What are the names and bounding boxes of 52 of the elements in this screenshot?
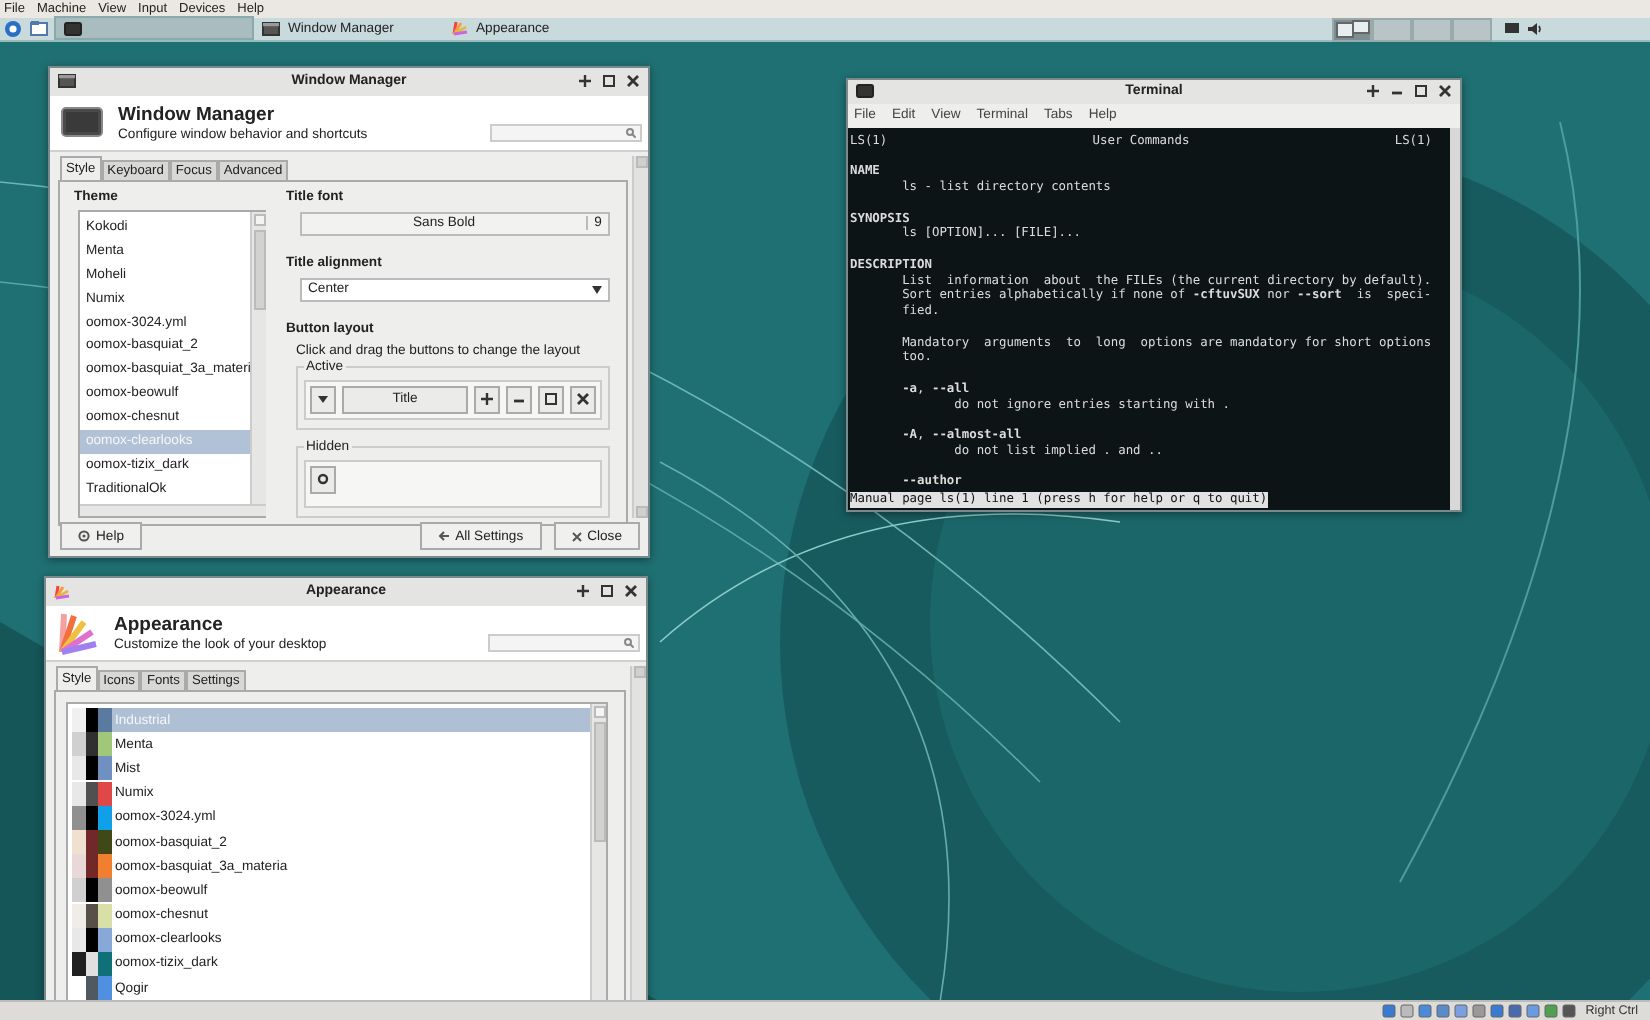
app-icon	[856, 84, 874, 99]
search-icon	[624, 637, 634, 648]
heading-title: Window Manager	[118, 103, 277, 126]
maximize-icon[interactable]	[602, 74, 616, 89]
layout-button[interactable]	[538, 385, 564, 414]
scrollbar[interactable]	[590, 703, 606, 1001]
app-icon	[54, 583, 70, 600]
layout-button[interactable]	[310, 465, 336, 494]
help-icon	[78, 530, 90, 543]
scrollbar[interactable]	[630, 665, 646, 1001]
speaker-icon[interactable]	[1528, 21, 1542, 36]
file-manager-icon[interactable]	[30, 20, 48, 37]
terminal-icon	[64, 21, 82, 36]
workspace-button[interactable]	[1372, 18, 1412, 43]
close-icon[interactable]	[624, 584, 638, 599]
workspace-button[interactable]	[1332, 18, 1372, 43]
close-icon	[576, 392, 590, 407]
scrollbar[interactable]	[250, 211, 267, 504]
maximize-icon[interactable]	[600, 584, 614, 599]
close-icon[interactable]	[1438, 84, 1452, 99]
plus-icon[interactable]	[578, 74, 592, 89]
color-fan-icon	[56, 608, 100, 657]
heading-title: Appearance	[114, 613, 225, 636]
taskbar-item[interactable]	[54, 16, 254, 41]
app-menu-icon[interactable]	[4, 19, 22, 38]
circle-icon	[316, 472, 330, 487]
layout-button[interactable]	[310, 385, 336, 414]
layout-button[interactable]	[570, 385, 596, 414]
plus-icon[interactable]	[576, 584, 590, 599]
layout-button[interactable]	[506, 385, 532, 414]
close-icon[interactable]	[626, 74, 640, 89]
plus-icon[interactable]	[1366, 84, 1380, 99]
workspace-button[interactable]	[1412, 18, 1452, 43]
caret-icon	[592, 285, 602, 294]
layout-button[interactable]	[474, 385, 500, 414]
plus-icon	[480, 392, 494, 407]
workspace-button[interactable]	[1452, 18, 1492, 43]
maximize-icon	[544, 392, 558, 407]
close-icon	[571, 531, 582, 542]
window-icon	[60, 106, 104, 139]
scrollbar[interactable]	[1450, 127, 1460, 510]
arrow-left-icon	[437, 530, 450, 543]
scrollbar[interactable]	[80, 503, 267, 516]
search-field[interactable]	[488, 633, 640, 652]
color-fan-icon	[452, 20, 468, 37]
scrollbar[interactable]	[632, 155, 648, 518]
search-icon	[626, 127, 636, 138]
search-field[interactable]	[490, 123, 642, 142]
app-icon	[58, 74, 76, 89]
window-icon	[262, 21, 280, 36]
maximize-icon[interactable]	[1414, 84, 1428, 99]
caret-icon	[316, 392, 330, 407]
